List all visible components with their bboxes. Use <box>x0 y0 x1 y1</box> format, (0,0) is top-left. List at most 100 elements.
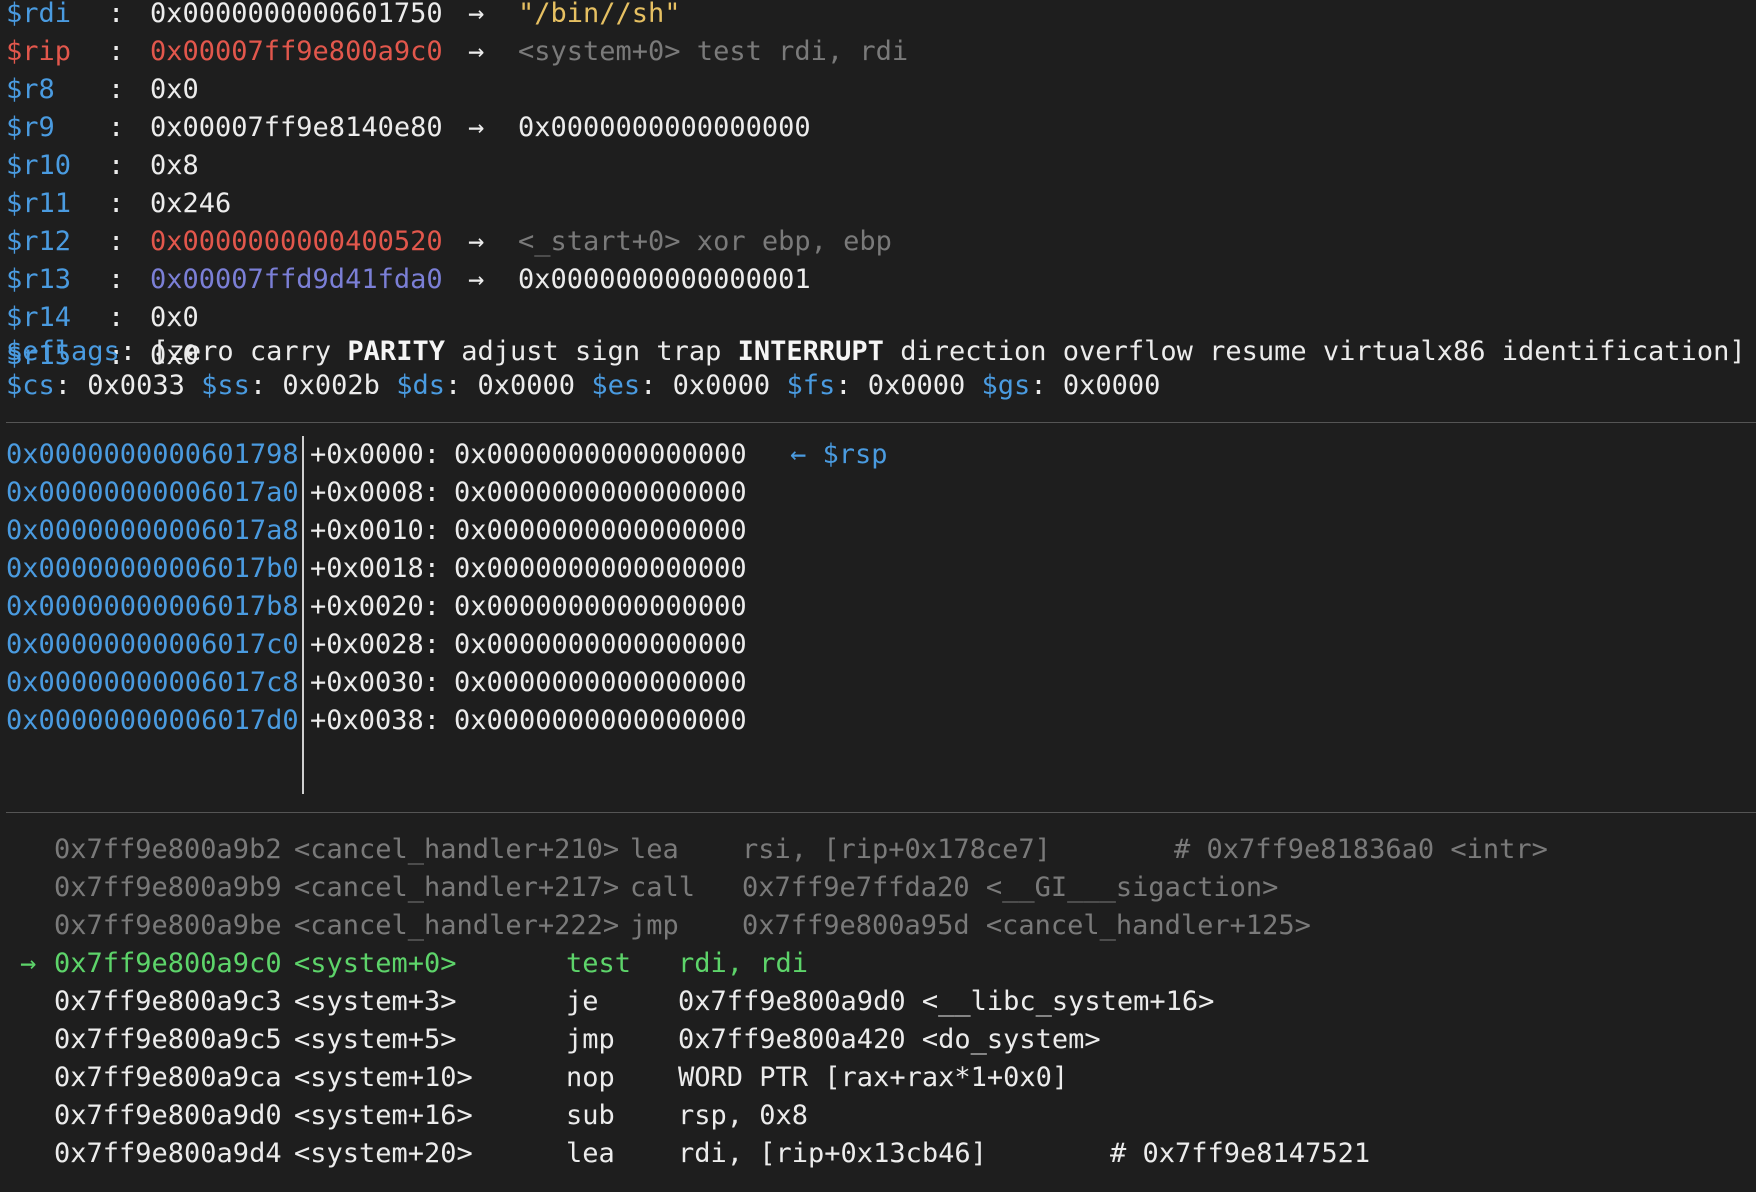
register-colon: : <box>108 150 125 181</box>
stack-value: 0x0000000000000000 <box>454 667 747 698</box>
stack-value: 0x0000000000000000 <box>454 515 747 546</box>
register-value: 0x0 <box>150 74 199 105</box>
instruction-operands: 0x7ff9e800a9d0 <__libc_system+16> <box>678 986 1215 1017</box>
stack-divider-bar <box>302 436 304 794</box>
arrow-icon: → <box>468 226 485 257</box>
instruction-comment: # 0x7ff9e8147521 <box>1110 1138 1371 1169</box>
register-colon: : <box>108 0 125 29</box>
register-target: 0x0000000000000000 <box>518 112 811 143</box>
segment-register-name: $es <box>591 370 641 401</box>
eflag-trap: trap <box>656 336 722 367</box>
segment-register-value: 0x0000 <box>867 370 966 401</box>
register-name: $r8 <box>6 74 55 105</box>
segment-register-name: $fs <box>786 370 836 401</box>
instruction-symbol: <system+10> <box>294 1062 473 1093</box>
register-colon: : <box>108 302 125 333</box>
instruction-symbol: <cancel_handler+210> <box>294 834 620 865</box>
instruction-operands: 0x7ff9e800a95d <cancel_handler+125> <box>742 910 1311 941</box>
stack-value: 0x0000000000000000 <box>454 629 747 660</box>
instruction-address: 0x7ff9e800a9be <box>54 910 282 941</box>
instruction-symbol: <cancel_handler+222> <box>294 910 620 941</box>
register-target: "/bin//sh" <box>518 0 681 29</box>
instruction-address: 0x7ff9e800a9b9 <box>54 872 282 903</box>
arrow-icon: → <box>468 36 485 67</box>
segment-register-value: 0x0033 <box>87 370 185 401</box>
instruction-address: 0x7ff9e800a9d0 <box>54 1100 282 1131</box>
stack-address: 0x00000000006017a8 <box>6 515 299 546</box>
instruction-mnemonic: lea <box>630 834 679 865</box>
stack-address: 0x00000000006017a0 <box>6 477 299 508</box>
register-colon: : <box>108 188 125 219</box>
instruction-mnemonic: test <box>566 948 632 979</box>
eflag-adjust: adjust <box>461 336 559 367</box>
register-target: <system+0> test rdi, rdi <box>518 36 909 67</box>
segment-register-value: 0x0000 <box>477 370 576 401</box>
instruction-symbol: <system+20> <box>294 1138 473 1169</box>
arrow-icon: → <box>468 112 485 143</box>
stack-value: 0x0000000000000000 <box>454 705 747 736</box>
instruction-symbol: <system+0> <box>294 948 457 979</box>
eflags-line: $eflags: [zero carry PARITY adjust sign … <box>6 336 1746 367</box>
segment-register-name: $ss <box>201 370 250 401</box>
instruction-address: 0x7ff9e800a9c5 <box>54 1024 282 1055</box>
register-value: 0x0 <box>150 302 199 333</box>
segment-register-name: $gs <box>981 370 1031 401</box>
stack-address: 0x00000000006017c0 <box>6 629 299 660</box>
stack-address: 0x00000000006017b0 <box>6 553 299 584</box>
instruction-operands: rdi, rdi <box>678 948 809 979</box>
register-value: 0x8 <box>150 150 199 181</box>
register-value: 0x00007ff9e800a9c0 <box>150 36 443 67</box>
register-value: 0x00007ff9e8140e80 <box>150 112 443 143</box>
instruction-symbol: <cancel_handler+217> <box>294 872 620 903</box>
register-name: $rip <box>6 36 72 67</box>
register-colon: : <box>108 264 125 295</box>
instruction-address: 0x7ff9e800a9c3 <box>54 986 282 1017</box>
segment-register-value: 0x0000 <box>672 370 771 401</box>
segment-register-value: 0x002b <box>282 370 380 401</box>
stack-offset: +0x0018: <box>310 553 441 584</box>
instruction-address: 0x7ff9e800a9ca <box>54 1062 282 1093</box>
instruction-address: 0x7ff9e800a9b2 <box>54 834 282 865</box>
segment-register-name: $cs <box>6 370 55 401</box>
stack-offset: +0x0028: <box>310 629 441 660</box>
arrow-icon: → <box>468 0 485 29</box>
stack-offset: +0x0008: <box>310 477 441 508</box>
register-colon: : <box>108 112 125 143</box>
instruction-address: 0x7ff9e800a9c0 <box>54 948 282 979</box>
eflag-sign: sign <box>575 336 641 367</box>
register-name: $r14 <box>6 302 72 333</box>
eflag-overflow: overflow <box>1062 336 1193 367</box>
instruction-operands: 0x7ff9e800a420 <do_system> <box>678 1024 1101 1055</box>
register-colon: : <box>108 74 125 105</box>
stack-value: 0x0000000000000000 <box>454 553 747 584</box>
eflag-resume: resume <box>1209 336 1307 367</box>
section-divider-code <box>6 812 1756 813</box>
stack-offset: +0x0010: <box>310 515 441 546</box>
register-name: $r10 <box>6 150 72 181</box>
section-divider-stack <box>6 422 1756 423</box>
instruction-mnemonic: je <box>566 986 599 1017</box>
stack-offset: +0x0020: <box>310 591 441 622</box>
stack-address: 0x00000000006017d0 <box>6 705 299 736</box>
instruction-operands: rdi, [rip+0x13cb46] <box>678 1138 987 1169</box>
stack-value: 0x0000000000000000 <box>454 439 747 470</box>
instruction-comment: # 0x7ff9e81836a0 <intr> <box>1174 834 1548 865</box>
instruction-mnemonic: nop <box>566 1062 615 1093</box>
register-colon: : <box>108 226 125 257</box>
register-name: $r9 <box>6 112 55 143</box>
register-name: $r11 <box>6 188 72 219</box>
eflag-identification: identification <box>1501 336 1730 367</box>
register-name: $rdi <box>6 0 72 29</box>
stack-value: 0x0000000000000000 <box>454 477 747 508</box>
stack-offset: +0x0030: <box>310 667 441 698</box>
segment-register-name: $ds <box>396 370 445 401</box>
stack-value: 0x0000000000000000 <box>454 591 747 622</box>
instruction-mnemonic: call <box>630 872 696 903</box>
stack-address: 0x0000000000601798 <box>6 439 299 470</box>
instruction-operands: rsi, [rip+0x178ce7] <box>742 834 1051 865</box>
current-instruction-arrow-icon: → <box>20 948 37 979</box>
register-value: 0x0000000000601750 <box>150 0 443 29</box>
arrow-icon: → <box>468 264 485 295</box>
stack-address: 0x00000000006017c8 <box>6 667 299 698</box>
eflag-direction: direction <box>900 336 1047 367</box>
